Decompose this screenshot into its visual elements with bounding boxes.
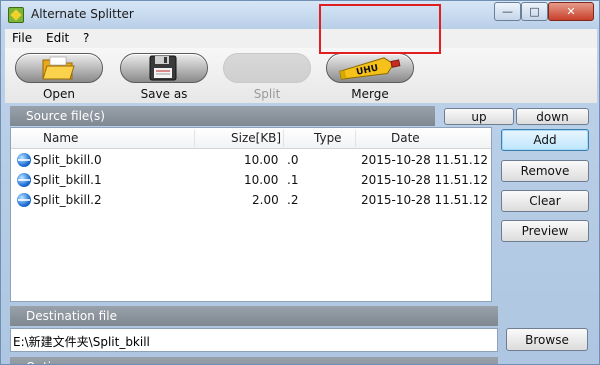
app-icon [8,7,24,23]
split-label: Split [253,87,281,101]
destination-file-header: Destination file [10,306,498,326]
move-down-button[interactable]: down [516,108,589,125]
floppy-disk-icon [149,55,177,81]
file-type: .1 [287,173,299,187]
glue-tube-icon: UHU [339,57,401,80]
file-name: Split_bkill.2 [33,193,102,207]
open-button[interactable]: Open [13,53,105,103]
file-type: .2 [287,193,299,207]
file-date: 2015-10-28 11.51.12 [361,153,488,167]
maximize-button[interactable]: □ [521,2,548,21]
open-label: Open [42,87,76,101]
file-row[interactable]: Split_bkill.0 10.00 .0 2015-10-28 11.51.… [11,150,491,170]
source-files-header: Source file(s) [10,106,435,126]
preview-button[interactable]: Preview [501,220,589,242]
app-window: Alternate Splitter — □ ✕ File Edit ? Ope… [0,0,600,365]
source-file-list[interactable]: Name Size[KB] Type Date Split_bkill.0 10… [10,127,492,302]
merge-button[interactable]: UHU Merge [324,53,416,103]
window-title: Alternate Splitter [31,7,134,21]
column-name[interactable]: Name [43,131,78,145]
column-date[interactable]: Date [391,131,420,145]
move-up-button[interactable]: up [444,108,514,125]
save-as-label: Save as [140,87,188,101]
column-type[interactable]: Type [314,131,342,145]
file-icon [17,173,31,187]
menu-bar: File Edit ? [5,29,597,48]
file-size: 10.00 [244,153,279,167]
close-button[interactable]: ✕ [548,2,594,21]
toolbar: Open Save as Split UHU Merge [5,48,597,103]
merge-highlight-box [319,4,441,54]
file-type: .0 [287,153,299,167]
merge-label: Merge [351,87,389,101]
add-button[interactable]: Add [501,129,589,151]
file-icon [17,193,31,207]
split-button[interactable]: Split [221,53,313,103]
menu-edit[interactable]: Edit [46,31,69,45]
column-size[interactable]: Size[KB] [231,131,281,145]
file-date: 2015-10-28 11.51.12 [361,193,488,207]
column-separator [194,130,195,147]
options-header: Options [10,357,498,364]
menu-help[interactable]: ? [83,31,89,45]
save-as-button[interactable]: Save as [118,53,210,103]
file-name: Split_bkill.0 [33,153,102,167]
file-name: Split_bkill.1 [33,173,102,187]
clear-button[interactable]: Clear [501,190,589,212]
file-size: 10.00 [244,173,279,187]
minimize-button[interactable]: — [494,2,521,21]
file-date: 2015-10-28 11.51.12 [361,173,488,187]
browse-button[interactable]: Browse [506,328,588,351]
menu-file[interactable]: File [12,31,32,45]
title-bar: Alternate Splitter — □ ✕ [1,1,599,29]
file-size: 2.00 [252,193,279,207]
column-separator [355,130,356,147]
column-separator [283,130,284,147]
file-row[interactable]: Split_bkill.2 2.00 .2 2015-10-28 11.51.1… [11,190,491,210]
remove-button[interactable]: Remove [501,160,589,182]
split-button-pill[interactable] [223,53,311,83]
file-list-header: Name Size[KB] Type Date [11,128,491,149]
destination-path-field[interactable]: E:\新建文件夹\Split_bkill [10,328,498,352]
file-row[interactable]: Split_bkill.1 10.00 .1 2015-10-28 11.51.… [11,170,491,190]
folder-icon [42,56,75,80]
file-icon [17,153,31,167]
